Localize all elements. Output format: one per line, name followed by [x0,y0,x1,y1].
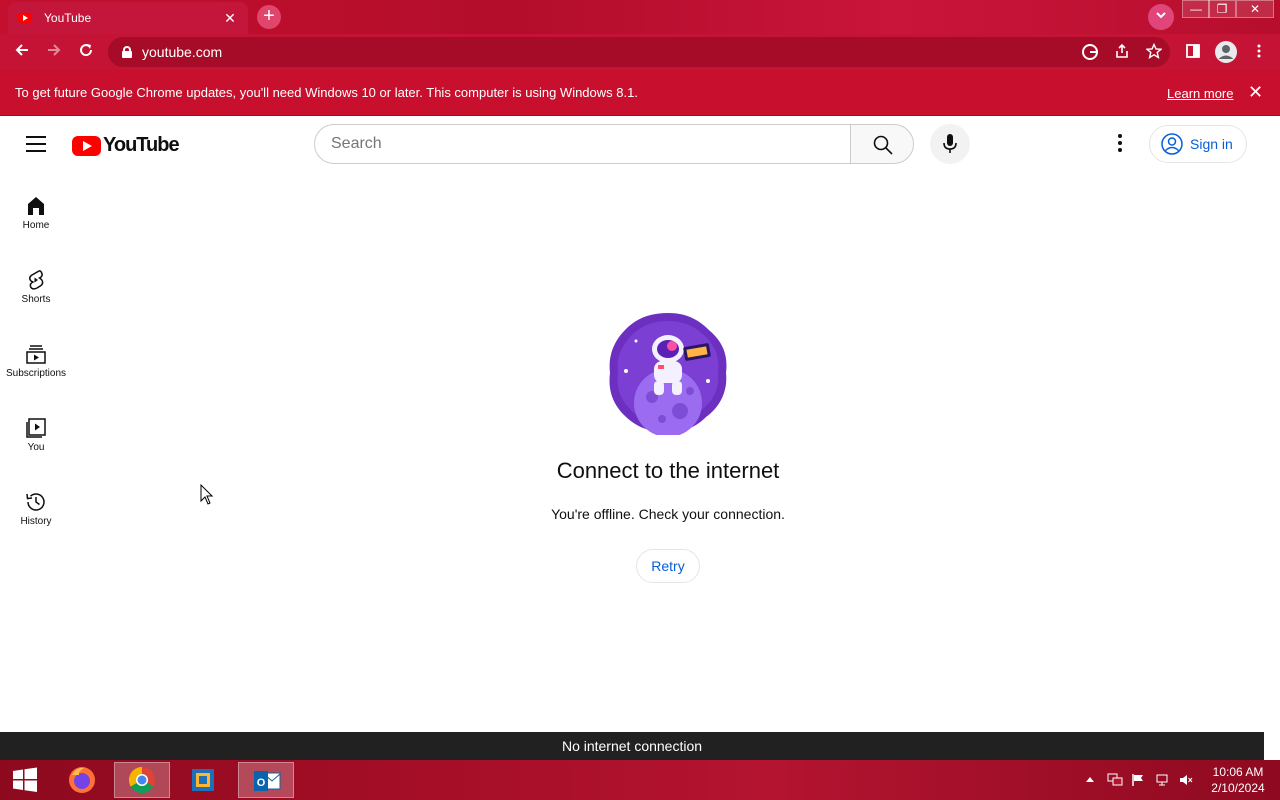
update-infobar: To get future Google Chrome updates, you… [0,70,1280,116]
youtube-wordmark: YouTube [103,134,180,156]
sidebar-item-shorts[interactable]: Shorts [0,260,72,326]
taskbar-outlook[interactable]: O [238,762,294,798]
sidebar-item-label: You [27,442,45,453]
tray-overflow-icon[interactable] [1083,773,1097,787]
outlook-icon: O [254,771,281,791]
volume-muted-icon[interactable] [1179,773,1193,787]
share-icon[interactable] [1113,43,1131,61]
close-window-button[interactable]: ✕ [1236,0,1274,18]
google-lens-icon[interactable] [1081,43,1099,61]
clock-date: 2/10/2024 [1211,781,1265,795]
guide-menu-icon[interactable] [26,136,46,152]
taskbar-virtualbox[interactable] [176,762,232,798]
new-tab-button[interactable]: + [257,5,281,29]
start-button[interactable] [0,762,50,798]
taskbar-firefox[interactable] [54,762,110,798]
tray-display-icon[interactable] [1107,773,1123,787]
tab-close-button[interactable]: ✕ [222,10,238,27]
sidebar-item-label: Home [22,220,50,231]
bookmark-star-icon[interactable] [1145,42,1163,61]
youtube-favicon-icon [18,13,32,23]
firefox-icon [69,767,95,793]
learn-more-link[interactable]: Learn more [1167,86,1233,101]
chevron-down-icon [1156,12,1166,19]
sidebar-item-label: Shorts [21,294,51,305]
infobar-message: To get future Google Chrome updates, you… [15,85,638,100]
sidebar-item-subscriptions[interactable]: Subscriptions [0,334,72,400]
offline-subtitle: You're offline. Check your connection. [551,506,785,522]
sign-in-label: Sign in [1190,136,1233,152]
shorts-icon [28,270,44,290]
sidebar-item-home[interactable]: Home [0,186,72,252]
taskbar-clock[interactable]: 10:06 AM 2/10/2024 [1206,764,1270,796]
back-button[interactable] [10,40,34,64]
sidebar-item-label: Subscriptions [5,368,67,379]
youtube-header: YouTube Sign in [0,116,1280,172]
action-center-flag-icon[interactable] [1131,773,1145,787]
browser-title-bar: YouTube ✕ + — ❐ ✕ [0,0,1280,34]
settings-menu-icon[interactable] [1108,132,1132,156]
search-button[interactable] [850,124,914,164]
offline-title: Connect to the internet [556,458,780,483]
mouse-cursor-icon [200,484,214,505]
forward-arrow-icon [48,44,61,56]
url-text: youtube.com [142,44,223,60]
minimize-button[interactable]: — [1182,0,1210,18]
astronaut-offline-illustration [609,313,727,435]
microphone-icon [943,134,957,153]
chrome-menu-icon[interactable] [1250,43,1268,61]
back-arrow-icon [15,44,28,56]
taskbar-chrome[interactable] [114,762,170,798]
offline-snackbar: No internet connection [0,732,1264,760]
reload-button[interactable] [74,40,98,64]
tab-search-button[interactable] [1148,4,1174,30]
restore-button[interactable]: ❐ [1208,0,1236,18]
virtualbox-icon [192,769,214,791]
address-bar[interactable]: youtube.com [108,37,1170,67]
reload-icon [80,44,93,57]
forward-button[interactable] [42,40,66,64]
search-input[interactable] [314,124,851,164]
profile-avatar-icon[interactable] [1214,40,1238,64]
svg-text:O: O [257,777,266,789]
chrome-icon [128,766,155,794]
retry-button[interactable]: Retry [636,549,700,583]
infobar-close-button[interactable]: ✕ [1248,82,1263,103]
home-icon [28,197,44,215]
search-icon [873,135,893,155]
sign-in-button[interactable]: Sign in [1149,125,1247,163]
network-disconnected-icon[interactable] [1155,773,1169,787]
voice-search-button[interactable] [930,124,970,164]
browser-toolbar: youtube.com [0,34,1280,70]
windows-logo-icon [13,767,37,792]
side-panel-icon[interactable] [1184,43,1202,61]
lock-icon [122,46,132,58]
windows-taskbar: O 10:06 AM 2/10/2024 [0,760,1280,800]
clock-time: 10:06 AM [1212,765,1264,779]
you-icon [26,418,46,438]
youtube-logo[interactable]: YouTube [72,134,180,157]
subscriptions-icon [26,345,46,364]
tab-title: YouTube [44,11,92,25]
account-circle-icon [1161,133,1183,155]
tab-youtube[interactable]: YouTube ✕ [8,2,248,34]
youtube-play-icon [72,135,101,156]
